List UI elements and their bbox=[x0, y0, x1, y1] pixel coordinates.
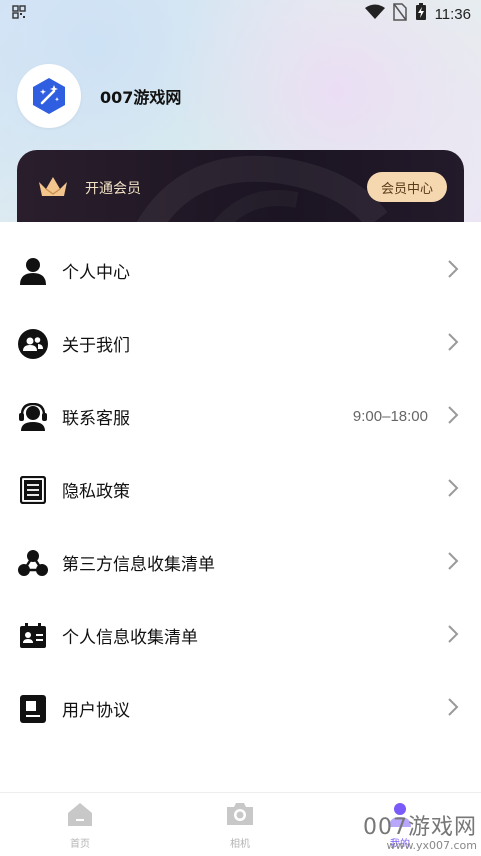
service-hours: 9:00–18:00 bbox=[352, 408, 428, 425]
tab-label: 相机 bbox=[230, 838, 250, 850]
tab-home[interactable]: 首页 bbox=[0, 793, 160, 856]
chevron-right-icon bbox=[447, 551, 459, 575]
menu-item-label: 隐私政策 bbox=[62, 482, 130, 502]
profile-header[interactable]: 007游戏网 bbox=[17, 64, 181, 128]
headset-icon bbox=[18, 402, 48, 432]
chevron-right-icon bbox=[447, 405, 459, 429]
menu-item-contact-support[interactable]: 联系客服 9:00–18:00 bbox=[0, 380, 481, 453]
menu-item-user-agreement[interactable]: 用户协议 bbox=[0, 672, 481, 745]
chevron-right-icon bbox=[447, 478, 459, 502]
site-watermark: 007游戏网 www.yx007.com bbox=[363, 809, 477, 852]
menu-list: 个人中心 关于我们 联系客服 9:00–18:00 隐私政策 第三方信息收集清单 bbox=[0, 222, 481, 792]
menu-item-label: 个人中心 bbox=[62, 263, 130, 283]
no-sim-icon bbox=[392, 3, 407, 25]
vip-card[interactable]: 开通会员 会员中心 bbox=[17, 150, 464, 230]
tab-label: 首页 bbox=[70, 838, 90, 850]
chevron-right-icon bbox=[447, 697, 459, 721]
menu-item-privacy-policy[interactable]: 隐私政策 bbox=[0, 453, 481, 526]
share-icon bbox=[18, 548, 48, 578]
home-icon bbox=[66, 801, 94, 831]
menu-item-label: 第三方信息收集清单 bbox=[62, 555, 215, 575]
crown-icon bbox=[37, 174, 69, 204]
menu-item-label: 关于我们 bbox=[62, 336, 130, 356]
chevron-right-icon bbox=[447, 332, 459, 356]
status-bar: 11:36 bbox=[0, 0, 481, 28]
menu-item-label: 联系客服 bbox=[62, 409, 130, 429]
notification-icon bbox=[12, 5, 26, 23]
id-card-icon bbox=[18, 621, 48, 651]
camera-icon bbox=[225, 801, 255, 831]
watermark-title: 007游戏网 bbox=[363, 815, 477, 840]
group-icon bbox=[18, 328, 48, 359]
document-icon bbox=[18, 475, 48, 505]
person-icon bbox=[18, 256, 48, 286]
vip-label: 开通会员 bbox=[85, 181, 141, 197]
menu-item-third-party-list[interactable]: 第三方信息收集清单 bbox=[0, 526, 481, 599]
tab-camera[interactable]: 相机 bbox=[160, 793, 320, 856]
avatar[interactable] bbox=[17, 64, 81, 128]
chevron-right-icon bbox=[447, 624, 459, 648]
member-center-button[interactable]: 会员中心 bbox=[367, 172, 447, 202]
menu-item-label: 用户协议 bbox=[62, 701, 130, 721]
menu-item-about-us[interactable]: 关于我们 bbox=[0, 307, 481, 380]
wifi-icon bbox=[364, 4, 385, 24]
menu-item-personal-info-list[interactable]: 个人信息收集清单 bbox=[0, 599, 481, 672]
agreement-icon bbox=[18, 694, 48, 724]
app-logo-icon bbox=[33, 78, 65, 114]
status-time: 11:36 bbox=[434, 5, 471, 23]
menu-item-label: 个人信息收集清单 bbox=[62, 628, 198, 648]
battery-charging-icon bbox=[415, 3, 427, 25]
username: 007游戏网 bbox=[100, 88, 182, 107]
menu-item-personal-center[interactable]: 个人中心 bbox=[0, 234, 481, 307]
chevron-right-icon bbox=[447, 259, 459, 283]
